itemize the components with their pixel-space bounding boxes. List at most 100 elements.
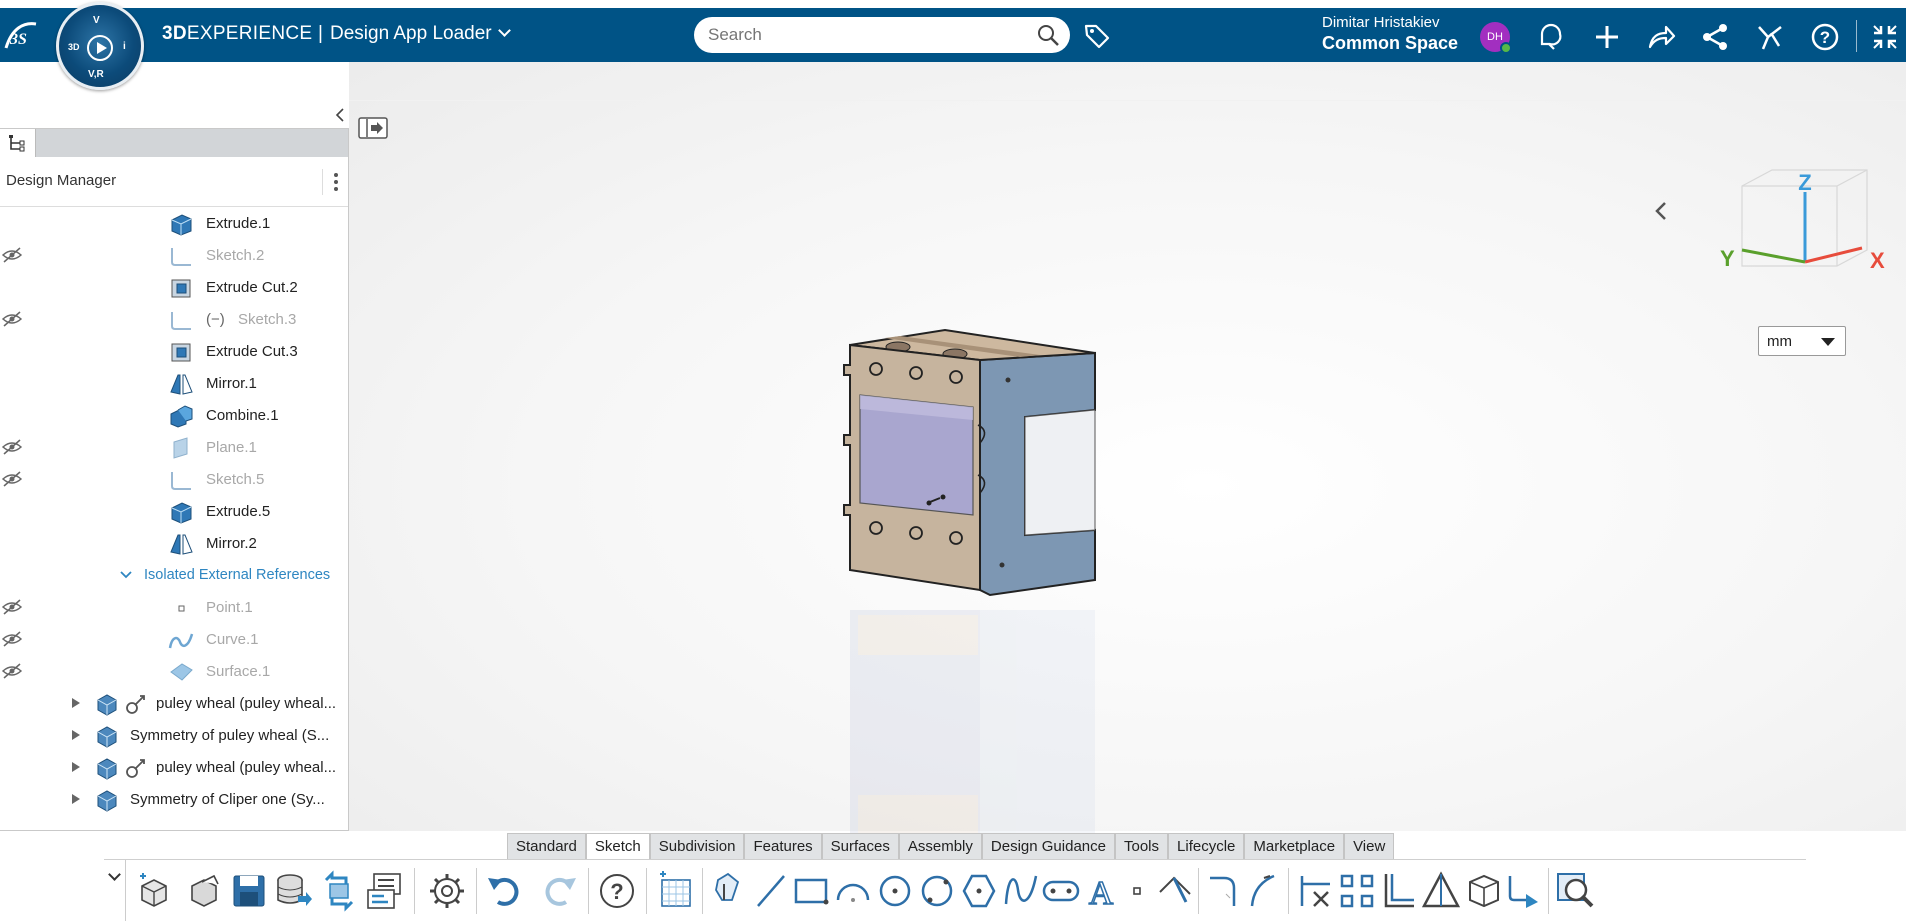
expand-arrow-icon[interactable] <box>72 794 80 804</box>
tree-item-sketch-3[interactable]: (−) Sketch.3 <box>0 303 348 335</box>
undo-icon[interactable] <box>484 870 526 912</box>
chevron-left-icon[interactable] <box>1654 200 1668 222</box>
tab-lifecycle[interactable]: Lifecycle <box>1168 833 1245 859</box>
tab-tools[interactable]: Tools <box>1114 833 1169 859</box>
sketch-analysis-icon[interactable] <box>1554 870 1596 912</box>
hidden-eye-icon[interactable] <box>1 599 23 615</box>
new-part-icon[interactable] <box>134 870 176 912</box>
app-title-dropdown[interactable]: Design App Loader <box>330 23 511 45</box>
slot-icon[interactable] <box>1040 870 1082 912</box>
tree-item-symmetry-cliper[interactable]: Symmetry of Cliper one (Sy... <box>0 783 348 815</box>
tree-group-isolated-references[interactable]: Isolated External References <box>0 559 348 591</box>
arc-icon[interactable] <box>832 870 874 912</box>
chevron-down-icon[interactable] <box>120 571 132 579</box>
fillet-icon[interactable] <box>1204 870 1246 912</box>
network-share-icon[interactable] <box>1700 22 1730 52</box>
save-icon[interactable] <box>228 870 270 912</box>
hidden-eye-icon[interactable] <box>1 311 23 327</box>
3d-viewport[interactable] <box>349 62 1906 831</box>
action-bar-toggle[interactable] <box>104 860 126 921</box>
tree-item-sketch-5[interactable]: Sketch.5 <box>0 463 348 495</box>
tree-item-mirror-1[interactable]: Mirror.1 <box>0 367 348 399</box>
rectangle-icon[interactable] <box>790 870 832 912</box>
tab-standard[interactable]: Standard <box>507 833 586 859</box>
hidden-eye-icon[interactable] <box>1 439 23 455</box>
share-arrow-icon[interactable] <box>1646 22 1676 52</box>
mirror-sketch-icon[interactable] <box>1336 870 1378 912</box>
tree-item-extrude-1[interactable]: Extrude.1 <box>0 207 348 239</box>
circle-icon[interactable] <box>874 870 916 912</box>
offset-icon[interactable] <box>1378 870 1420 912</box>
circle-3pt-icon[interactable] <box>916 870 958 912</box>
tree-item-extrude-cut-3[interactable]: Extrude Cut.3 <box>0 335 348 367</box>
axis-icon[interactable] <box>1154 870 1196 912</box>
constraint-icon[interactable] <box>1420 870 1462 912</box>
tab-features[interactable]: Features <box>744 833 822 859</box>
tab-marketplace[interactable]: Marketplace <box>1244 833 1345 859</box>
hidden-eye-icon[interactable] <box>1 631 23 647</box>
tree-item-puley-wheal-1[interactable]: puley wheal (puley wheal... <box>0 687 348 719</box>
tab-surfaces[interactable]: Surfaces <box>821 833 899 859</box>
search-input[interactable] <box>708 25 1018 45</box>
sketch-grid-icon[interactable] <box>654 870 696 912</box>
point-tool-icon[interactable] <box>1116 870 1158 912</box>
view-cube[interactable]: Z X Y <box>1712 162 1902 292</box>
hidden-eye-icon[interactable] <box>1 471 23 487</box>
more-options-icon[interactable] <box>322 169 340 195</box>
properties-icon[interactable] <box>364 870 406 912</box>
tree-item-sketch-2[interactable]: Sketch.2 <box>0 239 348 271</box>
tree-item-curve-1[interactable]: Curve.1 <box>0 623 348 655</box>
tree-item-extrude-cut-2[interactable]: Extrude Cut.2 <box>0 271 348 303</box>
line-icon[interactable] <box>750 870 792 912</box>
help-icon[interactable]: ? <box>1810 22 1840 52</box>
notifications-icon[interactable] <box>1536 22 1566 52</box>
hidden-eye-icon[interactable] <box>1 663 23 679</box>
tree-item-extrude-5[interactable]: Extrude.5 <box>0 495 348 527</box>
save-database-icon[interactable] <box>272 870 314 912</box>
tree-item-combine-1[interactable]: Combine.1 <box>0 399 348 431</box>
user-info[interactable]: Dimitar Hristakiev Common Space <box>1322 14 1458 54</box>
hidden-eye-icon[interactable] <box>1 247 23 263</box>
spline-icon[interactable] <box>1000 870 1042 912</box>
collapse-panel-icon[interactable] <box>333 107 347 123</box>
expand-arrow-icon[interactable] <box>72 730 80 740</box>
tree-item-surface-1[interactable]: Surface.1 <box>0 655 348 687</box>
trim-icon[interactable] <box>1294 870 1336 912</box>
add-icon[interactable] <box>1592 22 1622 52</box>
unit-select[interactable]: mm <box>1758 326 1846 356</box>
search-box[interactable] <box>694 17 1070 53</box>
feature-tree: Extrude.1 Sketch.2 Extrude Cut.2 (−) Ske… <box>0 207 348 827</box>
tree-item-mirror-2[interactable]: Mirror.2 <box>0 527 348 559</box>
avatar[interactable]: DH <box>1480 22 1512 54</box>
settings-icon[interactable] <box>426 870 468 912</box>
redo-icon[interactable] <box>538 870 580 912</box>
tab-tree[interactable] <box>0 129 36 157</box>
tab-subdivision[interactable]: Subdivision <box>649 833 745 859</box>
tree-item-symmetry-puley[interactable]: Symmetry of puley wheal (S... <box>0 719 348 751</box>
tree-item-point-1[interactable]: Point.1 <box>0 591 348 623</box>
tab-design-guidance[interactable]: Design Guidance <box>981 833 1115 859</box>
polygon-icon[interactable] <box>958 870 1000 912</box>
tab-assembly[interactable]: Assembly <box>898 833 982 859</box>
search-icon[interactable] <box>1036 23 1060 47</box>
fullscreen-exit-icon[interactable] <box>1870 22 1900 52</box>
tree-item-plane-1[interactable]: Plane.1 <box>0 431 348 463</box>
tab-sketch[interactable]: Sketch <box>585 833 650 859</box>
compass-apps-icon[interactable] <box>1755 22 1785 52</box>
expand-arrow-icon[interactable] <box>72 698 80 708</box>
expand-arrow-icon[interactable] <box>72 762 80 772</box>
tag-icon[interactable] <box>1083 22 1111 50</box>
cube-view-icon[interactable] <box>1462 870 1504 912</box>
dassault-logo-icon[interactable]: 3S <box>2 18 42 54</box>
refresh-icon[interactable] <box>318 870 360 912</box>
help-icon[interactable]: ? <box>596 870 638 912</box>
3d-model[interactable] <box>830 325 1100 845</box>
select-icon[interactable] <box>708 870 750 912</box>
panel-toggle-icon[interactable] <box>358 117 388 139</box>
tab-view[interactable]: View <box>1344 833 1395 859</box>
exit-sketch-icon[interactable] <box>1504 870 1546 912</box>
compass-button[interactable]: V 3D i V,R <box>56 2 144 90</box>
open-icon[interactable] <box>184 870 226 912</box>
tree-item-puley-wheal-2[interactable]: puley wheal (puley wheal... <box>0 751 348 783</box>
chamfer-icon[interactable] <box>1244 870 1286 912</box>
